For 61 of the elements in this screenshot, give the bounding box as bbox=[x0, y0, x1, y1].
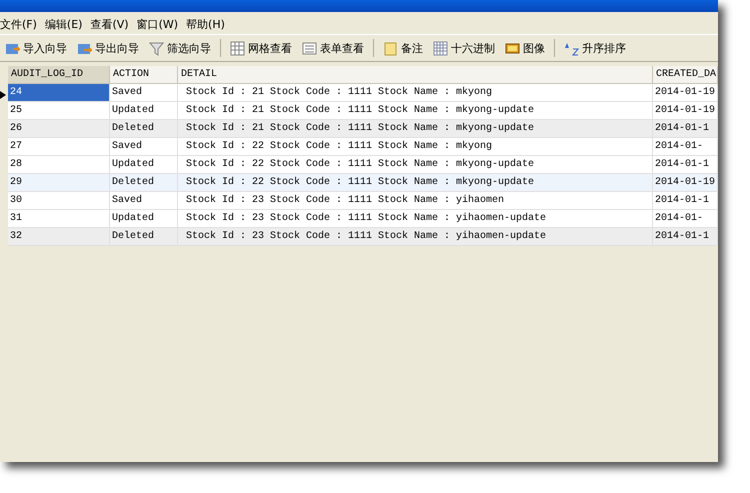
column-header[interactable]: CREATED_DA bbox=[653, 66, 718, 84]
table-cell: 29 bbox=[8, 174, 110, 192]
table-cell: 30 bbox=[8, 192, 110, 210]
toolbar-button[interactable]: 筛选向导 bbox=[144, 40, 216, 56]
column-header[interactable]: DETAIL bbox=[178, 66, 653, 84]
table-cell: Stock Id : 21 Stock Code : 1111 Stock Name : mkyong bbox=[178, 84, 653, 102]
toolbar-button[interactable]: 备注 bbox=[378, 40, 428, 56]
table-cell: Saved bbox=[110, 192, 178, 210]
menu-item[interactable]: 文件(F) bbox=[0, 16, 37, 32]
toolbar-button[interactable]: 十六进制 bbox=[428, 40, 500, 56]
table-cell: 2014-01- bbox=[653, 138, 718, 156]
table-cell: Stock Id : 23 Stock Code : 1111 Stock Name : yihaomen-update bbox=[178, 210, 653, 228]
form-icon bbox=[302, 40, 317, 56]
toolbar-button[interactable]: 表单查看 bbox=[297, 40, 369, 56]
table-cell: Stock Id : 23 Stock Code : 1111 Stock Name : yihaomen-update bbox=[178, 228, 653, 246]
table-cell: 2014-01-19 bbox=[653, 174, 718, 192]
funnel-icon bbox=[149, 40, 164, 56]
table-cell: Stock Id : 22 Stock Code : 1111 Stock Name : mkyong bbox=[178, 138, 653, 156]
table-cell: 2014-01-19 bbox=[653, 84, 718, 102]
toolbar-button[interactable]: 网格查看 bbox=[225, 40, 297, 56]
table-cell: Updated bbox=[110, 210, 178, 228]
menu-item[interactable]: 编辑(E) bbox=[44, 16, 82, 32]
table-cell: 2014-01-1 bbox=[653, 228, 718, 246]
table-cell: 26 bbox=[8, 120, 110, 138]
table-cell: 2014-01-1 bbox=[653, 120, 718, 138]
table-cell: 27 bbox=[8, 138, 110, 156]
table-cell: 2014-01-19 bbox=[653, 102, 718, 120]
table-cell: Deleted bbox=[110, 120, 178, 138]
table-cell: Stock Id : 21 Stock Code : 1111 Stock Name : mkyong-update bbox=[178, 102, 653, 120]
table-cell: Stock Id : 22 Stock Code : 1111 Stock Name : mkyong-update bbox=[178, 174, 653, 192]
table-cell: Saved bbox=[110, 138, 178, 156]
table-cell: Updated bbox=[110, 102, 178, 120]
column-header[interactable]: AUDIT_LOG_ID bbox=[8, 66, 110, 84]
table-cell: 2014-01-1 bbox=[653, 192, 718, 210]
table-cell: 2014-01- bbox=[653, 210, 718, 228]
table-cell: 28 bbox=[8, 156, 110, 174]
table-cell: Stock Id : 23 Stock Code : 1111 Stock Name : yihaomen bbox=[178, 192, 653, 210]
table-cell: Updated bbox=[110, 156, 178, 174]
table-cell: Deleted bbox=[110, 228, 178, 246]
toolbar-button[interactable]: 图像 bbox=[500, 40, 550, 56]
toolbar-button[interactable]: 导出向导 bbox=[72, 40, 144, 56]
picture-icon bbox=[505, 40, 520, 56]
table-cell: Stock Id : 21 Stock Code : 1111 Stock Name : mkyong-update bbox=[178, 120, 653, 138]
note-icon bbox=[383, 40, 398, 56]
sort-icon bbox=[564, 40, 579, 56]
table-cell: 25 bbox=[8, 102, 110, 120]
toolbar-button[interactable]: 导入向导 bbox=[0, 40, 72, 56]
table-cell: 31 bbox=[8, 210, 110, 228]
toolbar-button[interactable]: 升序排序 bbox=[559, 40, 631, 56]
table-cell: 2014-01-1 bbox=[653, 156, 718, 174]
table-cell: 32 bbox=[8, 228, 110, 246]
menu-item[interactable]: 窗口(W) bbox=[136, 16, 178, 32]
menu-item[interactable]: 查看(V) bbox=[90, 16, 129, 32]
table-cell: Stock Id : 22 Stock Code : 1111 Stock Name : mkyong-update bbox=[178, 156, 653, 174]
table-cell: Saved bbox=[110, 84, 178, 102]
table-cell: 24 bbox=[8, 84, 110, 102]
table-cell: Deleted bbox=[110, 174, 178, 192]
column-header[interactable]: ACTION bbox=[110, 66, 178, 84]
hex-grid-icon bbox=[433, 40, 448, 56]
grid-icon bbox=[230, 40, 245, 56]
menu-item[interactable]: 帮助(H) bbox=[186, 16, 225, 32]
